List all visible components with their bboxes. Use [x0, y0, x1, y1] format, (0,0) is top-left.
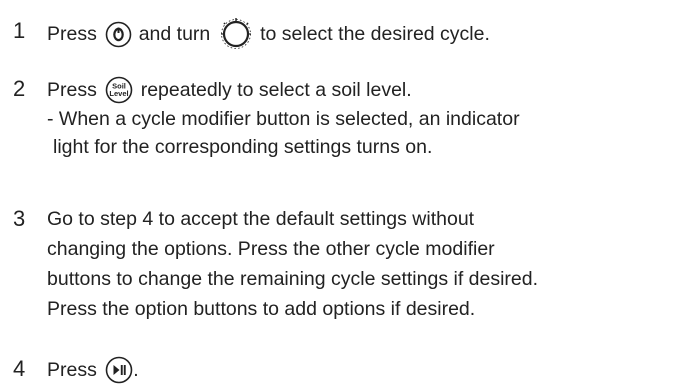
step-text-part: Press — [47, 78, 97, 101]
step-note-line: light for the corresponding settings tur… — [53, 136, 433, 158]
cycle-dial-icon — [219, 17, 253, 51]
play-pause-button-icon — [105, 356, 133, 384]
step-line: changing the options. Press the other cy… — [47, 238, 495, 260]
step-text-part: Press — [47, 358, 97, 381]
step-text: Press . — [47, 355, 139, 384]
step-text-part: Press — [47, 23, 97, 45]
step-line: buttons to change the remaining cycle se… — [47, 268, 539, 290]
step-number: 3 — [13, 206, 26, 231]
level-label: Level — [110, 89, 129, 98]
instructions-page: 1 Press and turn to select the desired c… — [0, 0, 674, 390]
power-button-icon — [105, 21, 132, 48]
step-text: Press Soil Level repeatedly to select a … — [47, 75, 412, 104]
step-line: Go to step 4 to accept the default setti… — [47, 208, 475, 230]
step-number: 1 — [13, 18, 26, 43]
step-text-part: . — [133, 358, 139, 381]
step-number: 4 — [13, 356, 26, 381]
soil-level-button-icon: Soil Level — [105, 76, 133, 104]
step-text-part: and turn — [138, 23, 211, 45]
step-number: 2 — [13, 76, 26, 101]
step-text-part: repeatedly to select a soil level. — [140, 78, 412, 101]
step-text-part: to select the desired cycle. — [260, 23, 490, 45]
step-text: Press and turn to select the desired cyc… — [47, 17, 490, 51]
step-note-line: - When a cycle modifier button is select… — [47, 108, 520, 130]
step-line: Press the option buttons to add options … — [47, 298, 476, 320]
